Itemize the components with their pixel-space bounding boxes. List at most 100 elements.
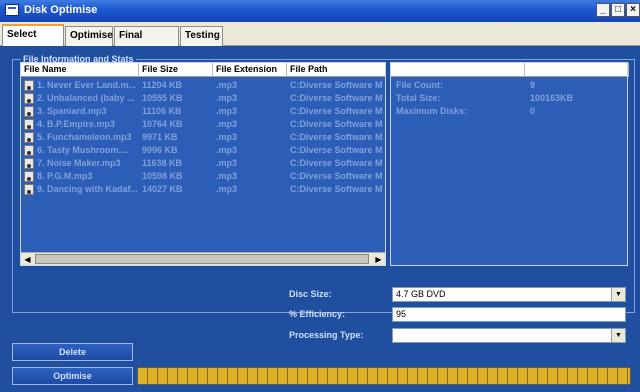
file-path: C:Diverse Software M: [290, 145, 383, 155]
file-path: C:Diverse Software M: [290, 184, 383, 194]
list-item[interactable]: 6. Tasty Mushroom.... 9996 KB .mp3 C:Div…: [21, 144, 385, 157]
list-item[interactable]: 8. P.G.M.mp3 10598 KB .mp3 C:Diverse Sof…: [21, 170, 385, 183]
disc-size-label: Disc Size:: [289, 289, 332, 299]
stat-row: Maximum Disks: 0: [391, 105, 627, 118]
file-size: 11638 KB: [142, 158, 183, 168]
file-extension: .mp3: [216, 80, 238, 90]
file-extension: .mp3: [216, 171, 238, 181]
file-name: 7. Noise Maker.mp3: [37, 158, 121, 168]
audio-file-icon: [24, 119, 34, 130]
column-header-file-name[interactable]: File Name: [21, 63, 139, 77]
file-size: 9971 KB: [142, 132, 178, 142]
file-name: 6. Tasty Mushroom....: [37, 145, 129, 155]
file-size: 11106 KB: [142, 106, 182, 116]
file-list[interactable]: File Name File Size File Extension File …: [20, 62, 386, 266]
tab-final-results[interactable]: Final Results: [114, 26, 179, 59]
stats-column-header[interactable]: [391, 63, 525, 77]
column-header-file-extension[interactable]: File Extension: [213, 63, 287, 77]
file-name: 1. Never Ever Land.m...: [37, 80, 137, 90]
chevron-down-icon[interactable]: ▼: [611, 329, 625, 342]
file-path: C:Diverse Software M: [290, 93, 383, 103]
file-path: C:Diverse Software M: [290, 171, 383, 181]
file-size: 9996 KB: [142, 145, 178, 155]
file-name: 9. Dancing with Kadaf...: [37, 184, 137, 194]
audio-file-icon: [24, 158, 34, 169]
title-bar[interactable]: Disk Optimise _ □ ×: [0, 0, 640, 22]
column-header-file-path[interactable]: File Path: [287, 63, 385, 77]
app-window: Disk Optimise _ □ × Select Files Optimis…: [0, 0, 640, 392]
delete-button[interactable]: Delete: [12, 343, 133, 361]
column-header-file-size[interactable]: File Size: [139, 63, 213, 77]
stats-list: File Count: 9 Total Size: 100163KB Maxim…: [390, 62, 629, 266]
audio-file-icon: [24, 93, 34, 104]
stat-row: File Count: 9: [391, 79, 627, 92]
file-path: C:Diverse Software M: [290, 80, 383, 90]
file-size: 11204 KB: [142, 80, 183, 90]
stats-header: [391, 63, 629, 77]
optimise-button[interactable]: Optimise: [12, 367, 133, 385]
file-name: 2. Unbalanced (baby ...: [37, 93, 135, 103]
file-extension: .mp3: [216, 184, 238, 194]
file-name: 8. P.G.M.mp3: [37, 171, 93, 181]
stat-value: 0: [530, 106, 536, 116]
file-extension: .mp3: [216, 145, 238, 155]
file-path: C:Diverse Software M: [290, 132, 383, 142]
list-item[interactable]: 5. Funchameleon.mp3 9971 KB .mp3 C:Diver…: [21, 131, 385, 144]
file-size: 14027 KB: [142, 184, 183, 194]
stat-value: 100163KB: [530, 93, 574, 103]
audio-file-icon: [24, 106, 34, 117]
audio-file-icon: [24, 184, 34, 195]
app-window-icon: [5, 4, 19, 16]
stat-value: 9: [530, 80, 536, 90]
efficiency-field[interactable]: 95: [392, 307, 626, 322]
audio-file-icon: [24, 145, 34, 156]
stats-column-header[interactable]: [525, 63, 629, 77]
audio-file-icon: [24, 171, 34, 182]
disc-size-value: 4.7 GB DVD: [396, 289, 446, 299]
tab-testing[interactable]: Testing: [180, 26, 223, 46]
file-path: C:Diverse Software M: [290, 119, 383, 129]
scroll-right-icon[interactable]: ▶: [373, 254, 384, 265]
tab-select-files[interactable]: Select Files: [2, 24, 64, 58]
list-item[interactable]: 9. Dancing with Kadaf... 14027 KB .mp3 C…: [21, 183, 385, 196]
file-extension: .mp3: [216, 158, 238, 168]
file-size: 10764 KB: [142, 119, 183, 129]
window-title: Disk Optimise: [24, 4, 98, 16]
file-name: 3. Spaniard.mp3: [37, 106, 107, 116]
audio-file-icon: [24, 80, 34, 91]
processing-type-label: Processing Type:: [289, 330, 364, 340]
file-path: C:Diverse Software M: [290, 158, 383, 168]
list-item[interactable]: 3. Spaniard.mp3 11106 KB .mp3 C:Diverse …: [21, 105, 385, 118]
progress-bar: [137, 367, 631, 385]
file-extension: .mp3: [216, 106, 238, 116]
tab-optimise[interactable]: Optimise: [65, 26, 113, 46]
file-size: 10598 KB: [142, 171, 183, 181]
horizontal-scrollbar[interactable]: ◀ ▶: [21, 252, 385, 265]
scroll-left-icon[interactable]: ◀: [22, 254, 33, 265]
list-item[interactable]: 1. Never Ever Land.m... 11204 KB .mp3 C:…: [21, 79, 385, 92]
list-item[interactable]: 7. Noise Maker.mp3 11638 KB .mp3 C:Diver…: [21, 157, 385, 170]
file-extension: .mp3: [216, 93, 238, 103]
stat-label: Total Size:: [396, 93, 441, 103]
scrollbar-thumb[interactable]: [35, 254, 369, 264]
list-item[interactable]: 4. B.P.Empire.mp3 10764 KB .mp3 C:Divers…: [21, 118, 385, 131]
disc-size-select[interactable]: 4.7 GB DVD ▼: [392, 287, 626, 302]
file-name: 4. B.P.Empire.mp3: [37, 119, 115, 129]
stat-label: Maximum Disks:: [396, 106, 468, 116]
file-path: C:Diverse Software M: [290, 106, 383, 116]
file-list-header: File Name File Size File Extension File …: [21, 63, 385, 77]
list-item[interactable]: 2. Unbalanced (baby ... 10555 KB .mp3 C:…: [21, 92, 385, 105]
file-size: 10555 KB: [142, 93, 183, 103]
processing-type-select[interactable]: ▼: [392, 328, 626, 343]
close-button[interactable]: ×: [626, 3, 640, 17]
audio-file-icon: [24, 132, 34, 143]
efficiency-label: % Efficiency:: [289, 309, 346, 319]
maximize-button[interactable]: □: [611, 3, 625, 17]
stat-row: Total Size: 100163KB: [391, 92, 627, 105]
tab-strip: Select Files Optimise Final Results Test…: [0, 22, 640, 59]
file-name: 5. Funchameleon.mp3: [37, 132, 132, 142]
stat-label: File Count:: [396, 80, 443, 90]
minimize-button[interactable]: _: [596, 3, 610, 17]
chevron-down-icon[interactable]: ▼: [611, 288, 625, 301]
file-extension: .mp3: [216, 119, 238, 129]
